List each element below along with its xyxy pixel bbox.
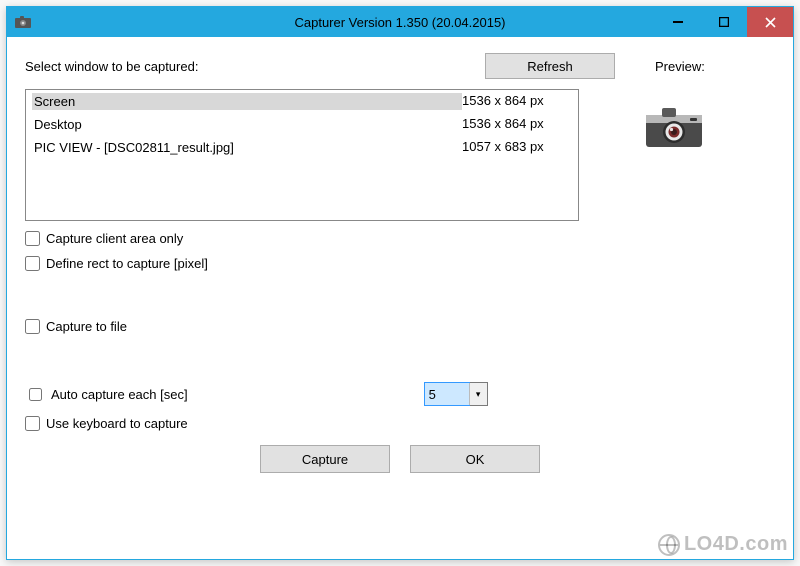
use-keyboard-label: Use keyboard to capture xyxy=(46,416,188,431)
capture-client-only-row[interactable]: Capture client area only xyxy=(25,231,775,246)
maximize-button[interactable] xyxy=(701,7,747,37)
auto-capture-label: Auto capture each [sec] xyxy=(51,387,188,402)
define-rect-checkbox[interactable] xyxy=(25,256,40,271)
use-keyboard-checkbox[interactable] xyxy=(25,416,40,431)
select-window-label: Select window to be captured: xyxy=(25,59,198,74)
titlebar[interactable]: Capturer Version 1.350 (20.04.2015) xyxy=(7,7,793,37)
app-window: Capturer Version 1.350 (20.04.2015) Sele… xyxy=(6,6,794,560)
auto-capture-input[interactable] xyxy=(425,383,469,405)
dialog-body: Select window to be captured: Refresh Pr… xyxy=(7,37,793,559)
use-keyboard-row[interactable]: Use keyboard to capture xyxy=(25,416,775,431)
auto-capture-checkbox[interactable] xyxy=(29,388,42,401)
list-item[interactable]: Screen1536 x 864 px xyxy=(26,90,578,113)
close-button[interactable] xyxy=(747,7,793,37)
watermark: LO4D.com xyxy=(658,533,788,556)
capture-button[interactable]: Capture xyxy=(260,445,390,473)
window-list[interactable]: Screen1536 x 864 pxDesktop1536 x 864 pxP… xyxy=(25,89,579,221)
camera-preview-icon xyxy=(644,105,704,149)
watermark-text: LO4D.com xyxy=(684,533,788,556)
capture-client-only-label: Capture client area only xyxy=(46,231,183,246)
list-item-size: 1057 x 683 px xyxy=(462,139,572,156)
define-rect-row[interactable]: Define rect to capture [pixel] xyxy=(25,256,775,271)
list-item-size: 1536 x 864 px xyxy=(462,93,572,110)
list-item-name: PIC VIEW - [DSC02811_result.jpg] xyxy=(32,139,462,156)
capture-client-only-checkbox[interactable] xyxy=(25,231,40,246)
capture-to-file-label: Capture to file xyxy=(46,319,127,334)
minimize-button[interactable] xyxy=(655,7,701,37)
list-item-name: Desktop xyxy=(32,116,462,133)
chevron-down-icon[interactable]: ▾ xyxy=(469,383,487,405)
preview-area xyxy=(609,89,739,221)
window-controls xyxy=(655,7,793,37)
define-rect-label: Define rect to capture [pixel] xyxy=(46,256,208,271)
capture-to-file-checkbox[interactable] xyxy=(25,319,40,334)
list-item[interactable]: PIC VIEW - [DSC02811_result.jpg]1057 x 6… xyxy=(26,136,578,159)
ok-button[interactable]: OK xyxy=(410,445,540,473)
camera-titlebar-icon xyxy=(15,14,31,30)
auto-capture-combo[interactable]: ▾ xyxy=(424,382,488,406)
footer-buttons: Capture OK xyxy=(25,431,775,489)
globe-icon xyxy=(658,534,680,556)
list-item[interactable]: Desktop1536 x 864 px xyxy=(26,113,578,136)
capture-to-file-row[interactable]: Capture to file xyxy=(25,319,775,334)
refresh-button[interactable]: Refresh xyxy=(485,53,615,79)
list-item-name: Screen xyxy=(32,93,462,110)
list-item-size: 1536 x 864 px xyxy=(462,116,572,133)
preview-label: Preview: xyxy=(655,59,775,74)
